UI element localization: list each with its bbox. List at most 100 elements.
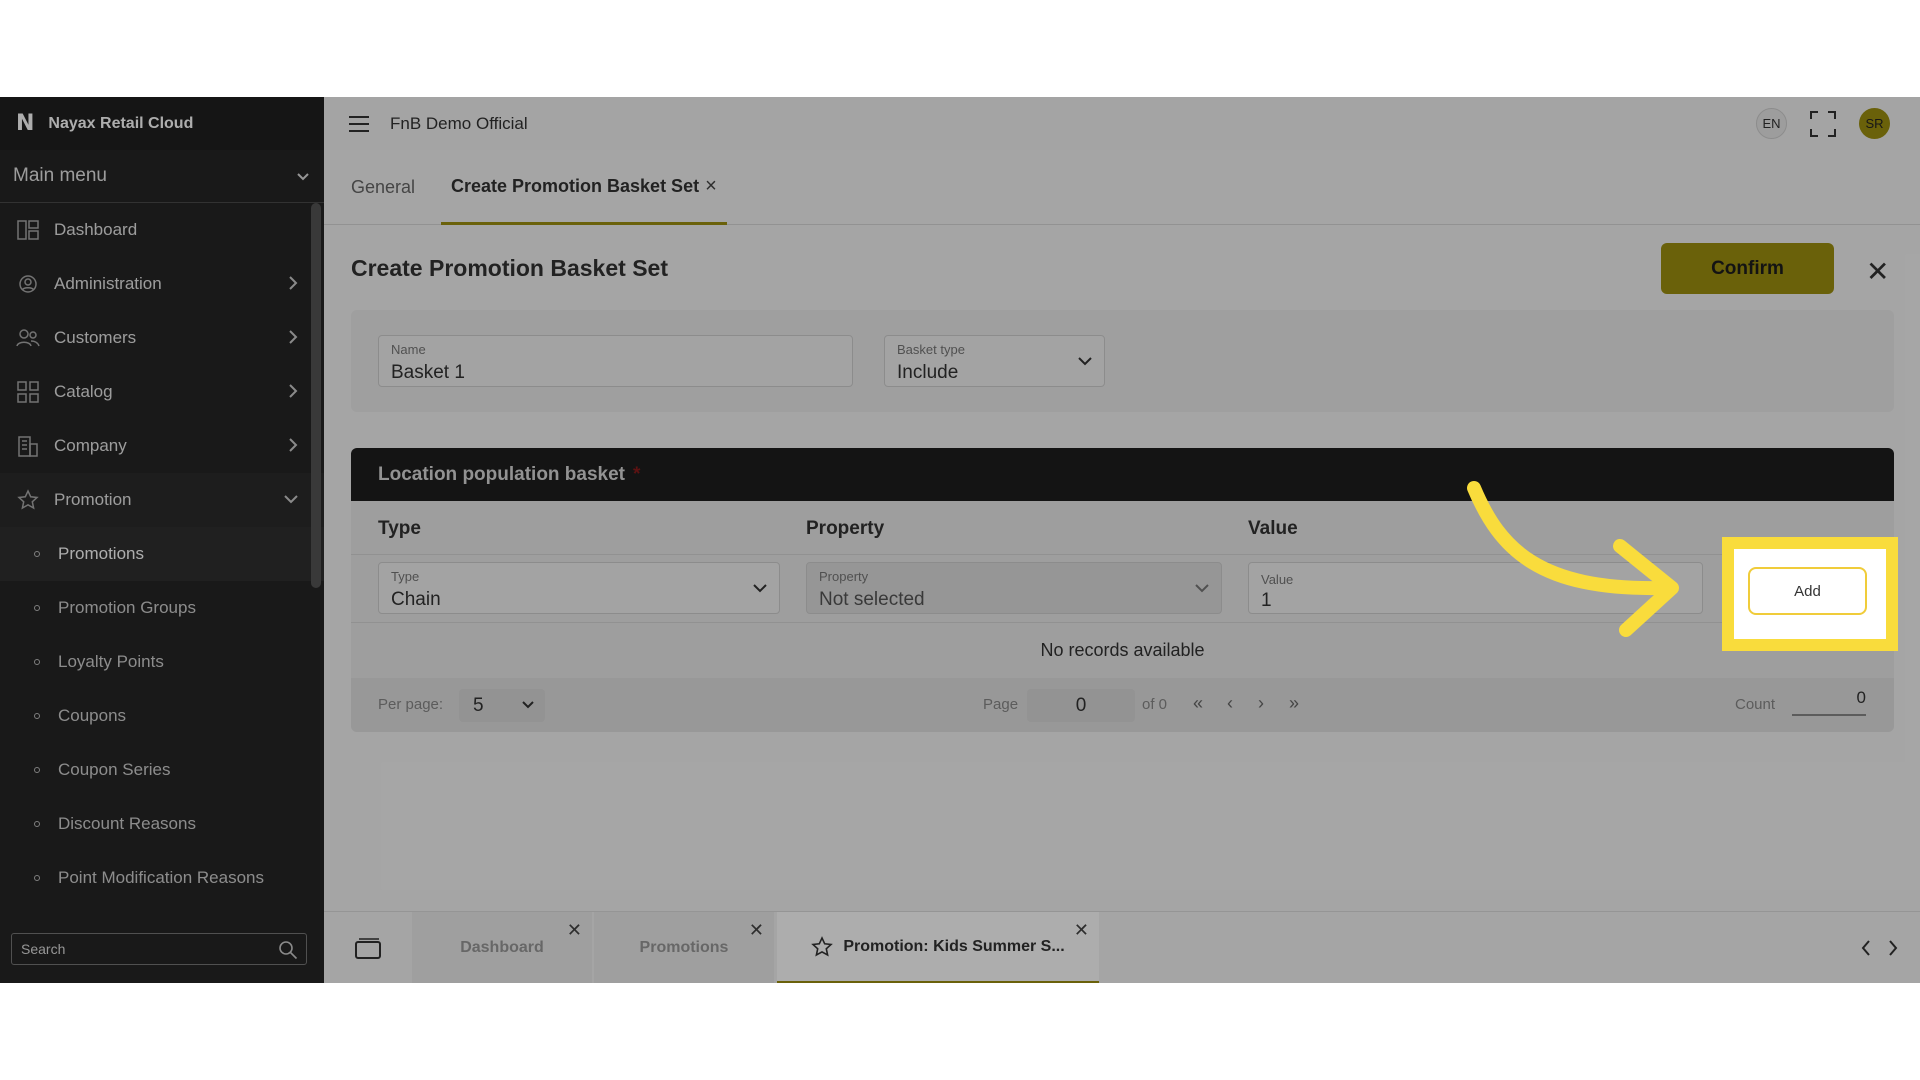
bottom-tab-dashboard[interactable]: Dashboard ✕: [412, 912, 592, 983]
sidebar-subitem-label: Coupons: [58, 706, 127, 725]
basket-info-card: Name Basket 1 Basket type Include: [351, 310, 1894, 412]
customers-icon: [16, 326, 40, 350]
sidebar-subitem-label: Promotion Groups: [58, 598, 196, 617]
bullet-icon: [34, 713, 40, 719]
per-page-value: 5: [473, 694, 484, 716]
chevron-down-icon: [284, 495, 298, 504]
sidebar-subitem-label: Discount Reasons: [58, 814, 196, 833]
sidebar-subitem-promotions[interactable]: Promotions: [0, 527, 324, 581]
bullet-icon: [34, 551, 40, 557]
chevron-left-icon[interactable]: [1858, 938, 1874, 958]
field-value: Chain: [391, 589, 441, 610]
bullet-icon: [34, 605, 40, 611]
language-selector[interactable]: EN: [1756, 108, 1787, 139]
sidebar: N Nayax Retail Cloud Main menu Dashboard…: [0, 97, 324, 983]
sidebar-subitem-discount-reasons[interactable]: Discount Reasons: [0, 797, 324, 851]
sidebar-subitem-loyalty-points[interactable]: Loyalty Points: [0, 635, 324, 689]
confirm-button[interactable]: Confirm: [1661, 243, 1834, 294]
previous-page-icon[interactable]: ‹: [1227, 693, 1233, 714]
last-page-icon[interactable]: »: [1289, 693, 1299, 714]
top-bar: FnB Demo Official EN SR: [324, 97, 1920, 150]
location-header-title: Location population basket: [378, 463, 626, 485]
chevron-right-icon[interactable]: [1885, 938, 1901, 958]
sidebar-item-promotion[interactable]: Promotion: [0, 473, 324, 527]
sidebar-subitem-point-modification-reasons[interactable]: Point Modification Reasons: [0, 851, 324, 905]
close-tab-icon[interactable]: ✕: [749, 920, 764, 941]
sidebar-scrollbar[interactable]: [311, 203, 321, 588]
bottom-tab-bar: Dashboard ✕ Promotions ✕ Promotion: Kids…: [324, 911, 1920, 983]
sidebar-subitem-label: Coupon Series: [58, 760, 171, 779]
property-select[interactable]: Property Not selected: [806, 562, 1222, 614]
fullscreen-icon[interactable]: [1809, 110, 1837, 138]
no-records-message: No records available: [1040, 640, 1205, 660]
catalog-icon: [16, 380, 40, 404]
next-page-icon[interactable]: ›: [1258, 693, 1264, 714]
sidebar-subitem-label: Point Modification Reasons: [58, 868, 265, 887]
bullet-icon: [34, 767, 40, 773]
sidebar-item-company[interactable]: Company: [0, 419, 324, 473]
tab-general[interactable]: General: [351, 150, 415, 225]
search-icon[interactable]: [278, 940, 298, 960]
tab-close-icon[interactable]: ×: [705, 175, 717, 198]
chevron-down-icon: [1195, 584, 1209, 593]
bottom-tab-label: Promotion: Kids Summer S...: [843, 937, 1065, 955]
chevron-right-icon: [289, 384, 298, 398]
chevron-down-icon: [297, 173, 309, 181]
add-button[interactable]: Add: [1748, 567, 1867, 615]
per-page-select[interactable]: 5: [459, 689, 545, 722]
type-select[interactable]: Type Chain: [378, 562, 780, 614]
field-label: Property: [819, 569, 869, 584]
name-field[interactable]: Name Basket 1: [378, 335, 853, 387]
bullet-icon: [34, 659, 40, 665]
field-label: Name: [391, 342, 426, 357]
sidebar-item-catalog[interactable]: Catalog: [0, 365, 324, 419]
top-right-controls: EN SR: [1756, 108, 1890, 139]
sidebar-item-customers[interactable]: Customers: [0, 311, 324, 365]
sidebar-subitem-coupon-series[interactable]: Coupon Series: [0, 743, 324, 797]
sidebar-search-input[interactable]: Search: [11, 933, 307, 965]
close-icon[interactable]: ✕: [1866, 255, 1889, 288]
close-tab-icon[interactable]: ✕: [567, 920, 582, 941]
bottom-tab-promotion-kids-summer[interactable]: Promotion: Kids Summer S... ✕: [777, 912, 1099, 983]
column-header-value: Value: [1248, 518, 1298, 539]
bullet-icon: [34, 821, 40, 827]
main-menu-toggle[interactable]: Main menu: [0, 150, 324, 203]
chevron-right-icon: [289, 438, 298, 452]
windows-icon[interactable]: [354, 938, 382, 960]
dashboard-icon: [16, 218, 40, 242]
bottom-tab-label: Dashboard: [460, 939, 544, 956]
company-icon: [16, 434, 40, 458]
sidebar-subitem-promotion-groups[interactable]: Promotion Groups: [0, 581, 324, 635]
bottom-tab-promotions[interactable]: Promotions ✕: [594, 912, 774, 983]
chevron-down-icon: [753, 584, 767, 593]
tab-create-promotion-basket-set[interactable]: Create Promotion Basket Set ×: [441, 150, 727, 225]
sidebar-item-label: Company: [54, 436, 127, 455]
sidebar-item-administration[interactable]: Administration: [0, 257, 324, 311]
sidebar-subitem-label: Loyalty Points: [58, 652, 164, 671]
sidebar-item-label: Promotion: [54, 490, 132, 509]
chevron-down-icon: [522, 701, 534, 709]
per-page-label: Per page:: [378, 696, 444, 713]
hamburger-menu-icon[interactable]: [348, 115, 370, 133]
column-header-property: Property: [806, 518, 885, 539]
sidebar-subitem-label: Promotions: [58, 544, 144, 563]
field-value: Include: [897, 362, 959, 383]
sidebar-item-label: Dashboard: [54, 220, 138, 239]
page-number-input[interactable]: 0: [1027, 689, 1135, 722]
page-title: Create Promotion Basket Set: [351, 255, 668, 281]
field-label: Type: [391, 569, 420, 584]
sidebar-subitem-coupons[interactable]: Coupons: [0, 689, 324, 743]
chevron-down-icon: [1078, 357, 1092, 366]
close-tab-icon[interactable]: ✕: [1074, 920, 1089, 941]
tutorial-arrow-icon: [1467, 481, 1679, 637]
brand-title: Nayax Retail Cloud: [48, 114, 194, 132]
user-avatar[interactable]: SR: [1859, 108, 1890, 139]
field-label: Value: [1261, 572, 1294, 587]
sidebar-item-dashboard[interactable]: Dashboard: [0, 203, 324, 257]
first-page-icon[interactable]: «: [1193, 693, 1203, 714]
brand[interactable]: N Nayax Retail Cloud: [0, 97, 324, 150]
page-tabs: General Create Promotion Basket Set ×: [324, 150, 1920, 225]
basket-type-select[interactable]: Basket type Include: [884, 335, 1105, 387]
star-icon: [811, 935, 834, 957]
administration-icon: [16, 272, 40, 296]
